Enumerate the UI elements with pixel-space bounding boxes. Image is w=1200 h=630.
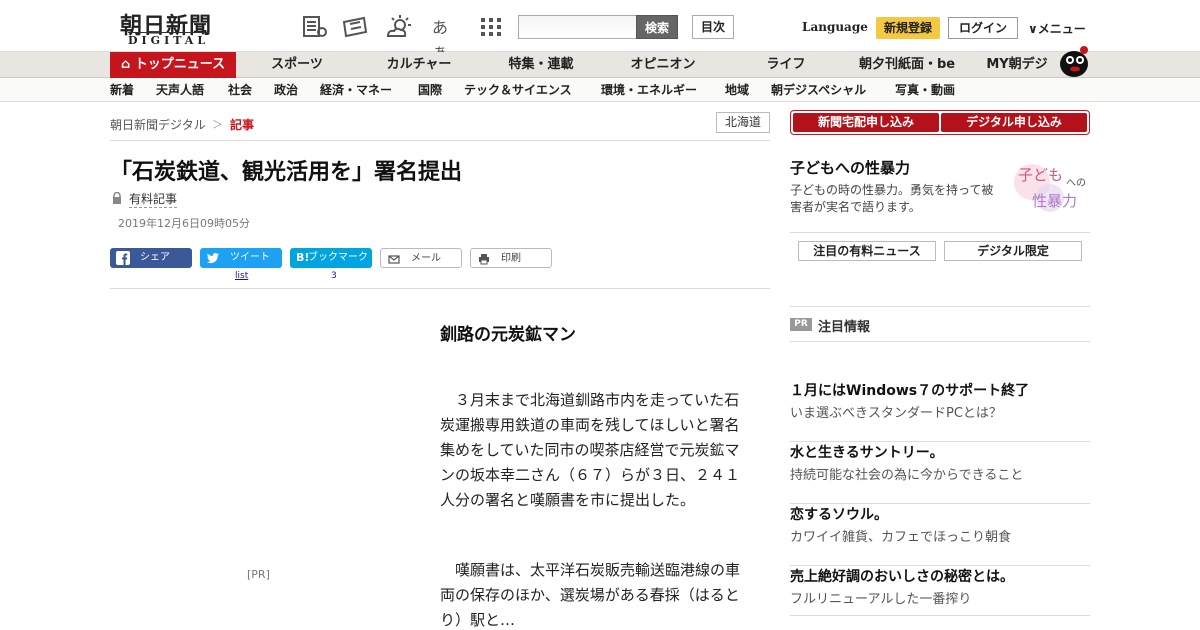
breadcrumb-home[interactable]: 朝日新聞デジタル [110,116,206,133]
pr-item-title: １月にはWindows７のサポート終了 [790,383,1030,399]
primary-nav: ⌂ トップニュース スポーツ カルチャー 特集・連載 オピニオン ライフ 朝夕刊… [0,52,1200,78]
nav-international[interactable]: 国際 [418,78,442,102]
mascot-icon[interactable] [1056,44,1092,78]
article-title: 「石炭鉄道、観光活用を」署名提出 [110,160,463,185]
divider [110,140,770,141]
pr-item[interactable]: １月にはWindows７のサポート終了 いま選ぶべきスタンダードPCとは？ [790,380,1090,442]
newspaper-subscribe-button[interactable]: 新聞宅配申し込み [793,113,939,132]
breadcrumb-current: 記事 [230,118,255,132]
lock-icon [113,192,121,204]
nav-newspaper[interactable]: 朝夕刊紙面・be [852,52,962,78]
signup-button[interactable]: 新規登録 [876,17,940,39]
region-badge[interactable]: 北海道 [716,112,770,133]
article-paragraph: 嘆願書は、太平洋石炭販売輸送臨港線の車両の保存のほか、選炭場がある春採（はるとり… [440,561,741,629]
grid-menu-icon[interactable] [478,14,504,40]
nav-top-news-label: トップニュース [134,57,226,72]
pr-item[interactable]: 恋するソウル。 カワイイ雑貨、カフェでほっこり朝食 [790,504,1090,566]
site-logo-sub[interactable]: DIGITAL [128,32,210,47]
printer-icon [479,254,489,265]
digital-subscribe-button[interactable]: デジタル申し込み [941,113,1087,132]
pr-item-title: 売上絶好調のおいしさの秘密とは。 [790,569,1014,585]
article-date: 2019年12月6日09時05分 [118,217,250,230]
login-button[interactable]: ログイン [948,17,1018,39]
secondary-nav: 新着 天声人語 社会 政治 経済・マネー 国際 テック＆サイエンス 環境・エネル… [0,78,1200,102]
ad-pr-label: [PR] [247,568,270,581]
print-button[interactable]: 印刷 [470,248,552,268]
divider [790,341,1090,342]
facebook-share-label: シェア [140,252,170,263]
facebook-icon [116,251,130,265]
feature-image-text: 子ども [1018,166,1064,184]
mail-share-label: メール [411,253,441,264]
menu-button[interactable]: ∨メニュー [1028,20,1086,37]
feature-image[interactable]: 子ども への 性暴力 [1010,160,1092,216]
breadcrumb-separator: ＞ [212,118,223,131]
font-size-icon[interactable]: あぁ [432,14,458,61]
nav-politics[interactable]: 政治 [274,78,298,102]
twitter-icon [206,253,219,264]
feature-title[interactable]: 子どもへの性暴力 [790,157,910,178]
pr-item-desc: カワイイ雑貨、カフェでほっこり朝食 [790,530,1012,545]
nav-my-asahi[interactable]: MY朝デジ [982,52,1052,78]
nav-latest[interactable]: 新着 [110,78,134,102]
twitter-count-link[interactable]: list [235,271,248,281]
pr-item-title: 水と生きるサントリー。 [790,445,944,461]
feature-image-text: 性暴力 [1032,192,1078,210]
search-button[interactable]: 検索 [636,15,678,39]
facebook-share-button[interactable]: シェア [110,248,192,268]
feature-description[interactable]: 子どもの時の性暴力。勇気を持って被害者が実名で語ります。 [790,182,1005,216]
pr-badge: PR [790,318,812,331]
nav-special[interactable]: 朝デジスペシャル [771,78,866,102]
ticket-icon[interactable] [342,14,368,40]
language-link[interactable]: Language [802,20,868,34]
mail-share-button[interactable]: メール [380,248,462,268]
hatena-bookmark-button[interactable]: B! ブックマーク [290,248,372,268]
hatena-count[interactable]: 3 [331,271,337,281]
home-icon: ⌂ [120,57,131,72]
site-header: 朝日新聞 DIGITAL あぁ 検索 目次 Language 新規登録 ログイン… [0,0,1200,61]
print-label: 印刷 [501,253,521,264]
pr-item[interactable]: 売上絶好調のおいしさの秘密とは。 フルリニューアルした一番搾り [790,566,1090,616]
mail-icon [388,255,400,264]
nav-economy[interactable]: 経済・マネー [320,78,392,102]
nav-society[interactable]: 社会 [228,78,252,102]
nav-photo-video[interactable]: 写真・動画 [895,78,955,102]
subscription-promo: 新聞宅配申し込み デジタル申し込み [790,110,1090,135]
nav-top-news[interactable]: ⌂ トップニュース [110,52,236,78]
divider [110,288,770,289]
feature-image-text: への [1066,178,1086,189]
pr-item-desc: いま選ぶべきスタンダードPCとは？ [790,406,1002,421]
nav-features[interactable]: 特集・連載 [500,52,582,78]
twitter-share-label: ツイート [230,252,270,263]
pr-item[interactable]: 水と生きるサントリー。 持続可能な社会の為に今からできること [790,442,1090,504]
menu-label: メニュー [1037,22,1086,36]
paid-article-label[interactable]: 有料記事 [129,190,178,208]
nav-tech-science[interactable]: テック＆サイエンス [464,78,572,102]
nav-region[interactable]: 地域 [725,78,749,102]
pr-item-desc: フルリニューアルした一番搾り [790,592,972,607]
paid-news-button[interactable]: 注目の有料ニュース [798,241,936,261]
digital-only-button[interactable]: デジタル限定 [944,241,1082,261]
search-input[interactable] [518,15,638,39]
nav-life[interactable]: ライフ [756,52,816,78]
pr-item-desc: 持続可能な社会の為に今からできること [790,468,1024,483]
article-paragraph: ３月末まで北海道釧路市内を走っていた石炭運搬専用鉄道の車両を残してほしいと署名集… [440,391,741,509]
nav-culture[interactable]: カルチャー [378,52,460,78]
hatena-bookmark-label: ブックマーク [308,252,368,263]
divider [790,306,1090,307]
weather-icon[interactable] [386,14,412,40]
chevron-down-icon: ∨ [1028,22,1038,36]
nav-tenseijingo[interactable]: 天声人語 [156,78,204,102]
article-subhead: 釧路の元炭鉱マン [440,325,576,345]
divider [790,232,1090,233]
nav-opinion[interactable]: オピニオン [622,52,704,78]
pr-heading: 注目情報 [818,320,871,335]
twitter-share-button[interactable]: ツイート [200,248,282,268]
pr-item-title: 恋するソウル。 [790,507,888,523]
nav-environment[interactable]: 環境・エネルギー [601,78,697,102]
newspaper-icon[interactable] [302,14,328,40]
nav-sports[interactable]: スポーツ [262,52,332,78]
toc-button[interactable]: 目次 [692,15,734,39]
